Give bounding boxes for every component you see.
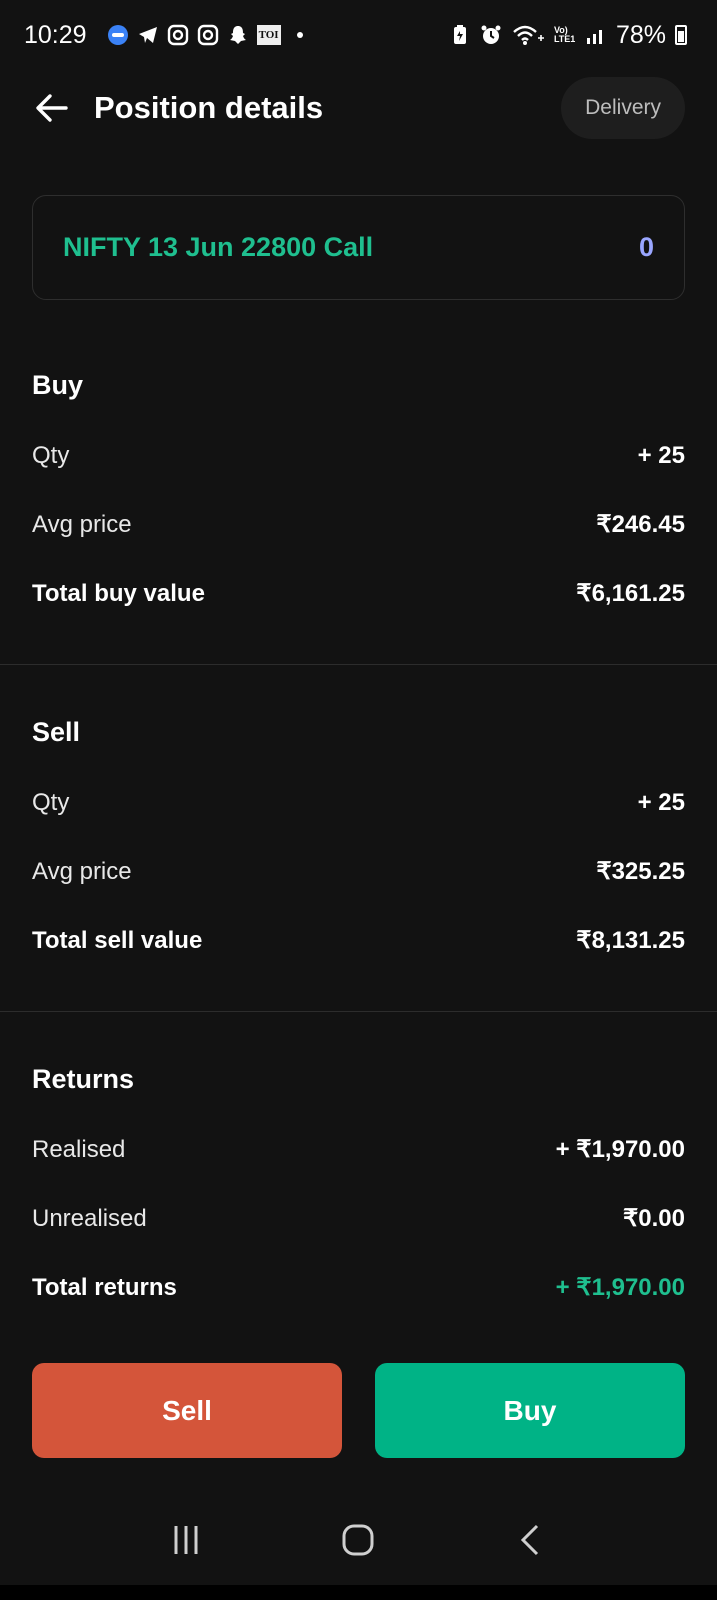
- alarm-icon: [480, 24, 502, 46]
- returns-heading: Returns: [32, 1064, 135, 1094]
- row-value: ₹6,161.25: [576, 580, 685, 607]
- total-returns-row: Total returns + ₹1,970.00: [32, 1253, 685, 1322]
- sell-avg-price-row: Avg price ₹325.25: [32, 837, 685, 906]
- realised-row: Realised + ₹1,970.00: [32, 1115, 685, 1184]
- system-nav-bar: [0, 1500, 717, 1580]
- status-bar: 10:29 TOI Vo) LTE1 78%: [0, 0, 717, 70]
- sell-qty-row: Qty + 25: [32, 768, 685, 837]
- row-value: + 25: [637, 788, 685, 816]
- section-divider: [0, 1011, 717, 1012]
- row-value: + 25: [637, 441, 685, 469]
- sell-heading: Sell: [32, 717, 81, 747]
- snapchat-icon: [227, 24, 249, 46]
- instrument-name: NIFTY 13 Jun 22800 Call: [63, 232, 374, 262]
- row-label: Total buy value: [32, 579, 205, 607]
- battery-icon: [675, 25, 687, 45]
- notification-dot-icon: [296, 32, 303, 38]
- status-bar-left: 10:29 TOI: [24, 21, 303, 50]
- row-value: + ₹1,970.00: [555, 1274, 685, 1301]
- status-bar-right: Vo) LTE1 78%: [449, 21, 687, 50]
- battery-saver-icon: [449, 24, 471, 46]
- sell-total-row: Total sell value ₹8,131.25: [32, 906, 685, 975]
- row-value: ₹0.00: [623, 1205, 685, 1232]
- sell-section: Sell Qty + 25 Avg price ₹325.25 Total se…: [32, 707, 685, 975]
- messages-icon: [107, 24, 129, 46]
- row-value: ₹8,131.25: [576, 927, 685, 954]
- status-time: 10:29: [24, 20, 87, 49]
- signal-icon: [585, 24, 607, 46]
- row-label: Total returns: [32, 1273, 177, 1301]
- buy-total-row: Total buy value ₹6,161.25: [32, 559, 685, 628]
- buy-section: Buy Qty + 25 Avg price ₹246.45 Total buy…: [32, 360, 685, 628]
- buy-qty-row: Qty + 25: [32, 421, 685, 490]
- bottom-strip: [0, 1585, 717, 1600]
- row-value: ₹246.45: [596, 511, 685, 538]
- unrealised-row: Unrealised ₹0.00: [32, 1184, 685, 1253]
- sell-button[interactable]: Sell: [32, 1363, 342, 1458]
- recents-icon: [174, 1526, 198, 1554]
- back-button[interactable]: [32, 88, 72, 128]
- instagram-icon: [167, 24, 189, 46]
- wifi-icon: [511, 24, 545, 46]
- system-back-button[interactable]: [501, 1510, 561, 1570]
- instrument-card[interactable]: NIFTY 13 Jun 22800 Call 0: [32, 195, 685, 300]
- network-label: Vo) LTE1: [553, 25, 576, 44]
- row-label: Realised: [32, 1135, 126, 1163]
- row-label: Avg price: [32, 857, 132, 885]
- section-divider: [0, 664, 717, 665]
- page-title: Position details: [94, 89, 324, 125]
- buy-avg-price-row: Avg price ₹246.45: [32, 490, 685, 559]
- arrow-left-icon: [36, 93, 68, 122]
- home-button[interactable]: [328, 1510, 388, 1570]
- telegram-icon: [137, 24, 159, 46]
- row-value: ₹325.25: [596, 858, 685, 885]
- row-label: Total sell value: [32, 926, 203, 954]
- home-icon: [342, 1524, 374, 1556]
- buy-button[interactable]: Buy: [375, 1363, 685, 1458]
- row-label: Qty: [32, 441, 70, 469]
- instrument-net-qty: 0: [638, 232, 654, 262]
- product-type-chip[interactable]: Delivery: [561, 76, 685, 139]
- instagram-icon: [197, 24, 219, 46]
- recent-apps-button[interactable]: [156, 1510, 216, 1570]
- row-value: + ₹1,970.00: [555, 1136, 685, 1163]
- chevron-left-icon: [520, 1524, 538, 1556]
- header: Position details Delivery: [0, 70, 717, 145]
- row-label: Avg price: [32, 510, 132, 538]
- battery-percent: 78%: [615, 20, 666, 49]
- row-label: Unrealised: [32, 1204, 147, 1232]
- toi-icon: TOI: [256, 25, 281, 45]
- row-label: Qty: [32, 788, 70, 816]
- buy-heading: Buy: [32, 370, 84, 400]
- returns-section: Returns Realised + ₹1,970.00 Unrealised …: [32, 1054, 685, 1322]
